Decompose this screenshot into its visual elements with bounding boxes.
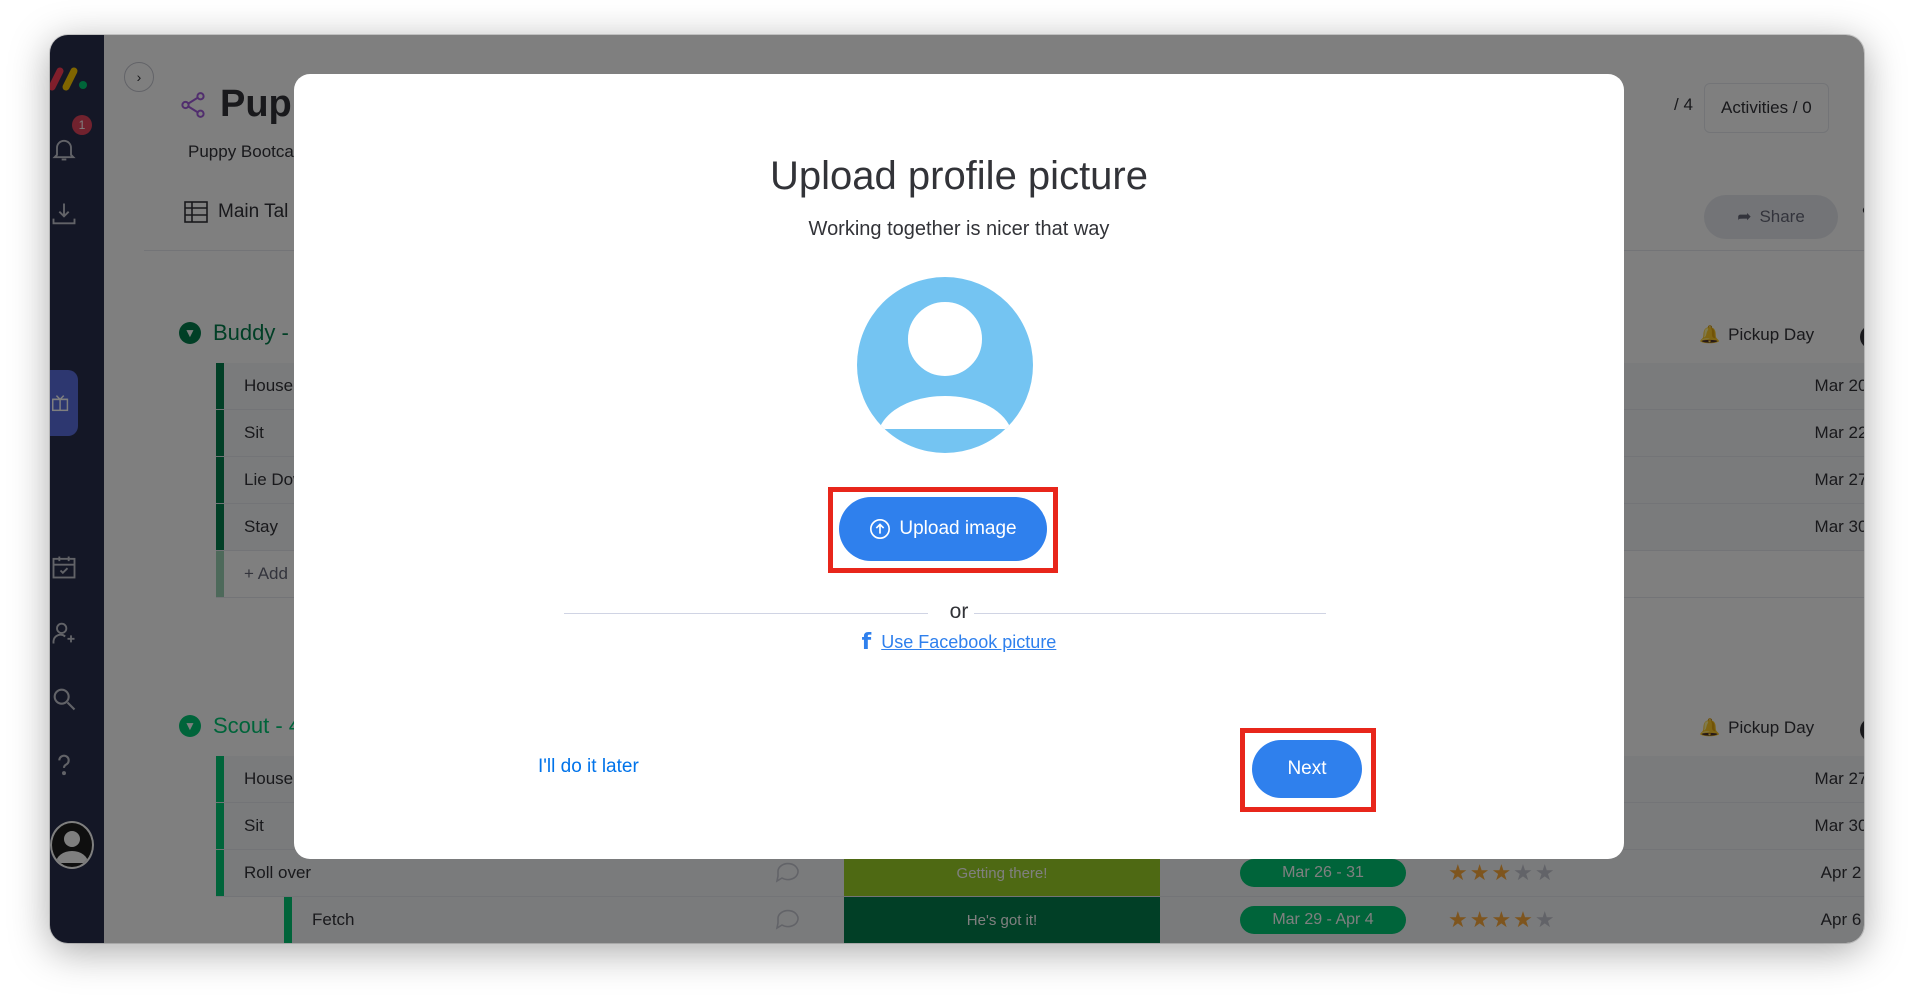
facebook-link-label[interactable]: Use Facebook picture: [881, 632, 1056, 653]
facebook-icon: f: [861, 630, 872, 655]
default-avatar-icon: [857, 277, 1033, 453]
dialog-subtitle: Working together is nicer that way: [808, 218, 1110, 240]
app-window: 1 › Pupp Puppy Bootca: [50, 35, 1864, 943]
upload-picture-dialog: Upload profile picture Working together …: [294, 74, 1624, 859]
next-button[interactable]: Next: [1252, 740, 1362, 798]
or-separator: or: [949, 600, 969, 623]
upload-arrow-icon: [870, 519, 891, 539]
do-it-later-link[interactable]: I'll do it later: [538, 756, 639, 778]
upload-image-label: Upload image: [899, 518, 1017, 539]
facebook-picture-link[interactable]: f Use Facebook picture: [294, 630, 1624, 655]
upload-image-button[interactable]: Upload image: [839, 497, 1047, 561]
dialog-title: Upload profile picture: [770, 154, 1148, 198]
